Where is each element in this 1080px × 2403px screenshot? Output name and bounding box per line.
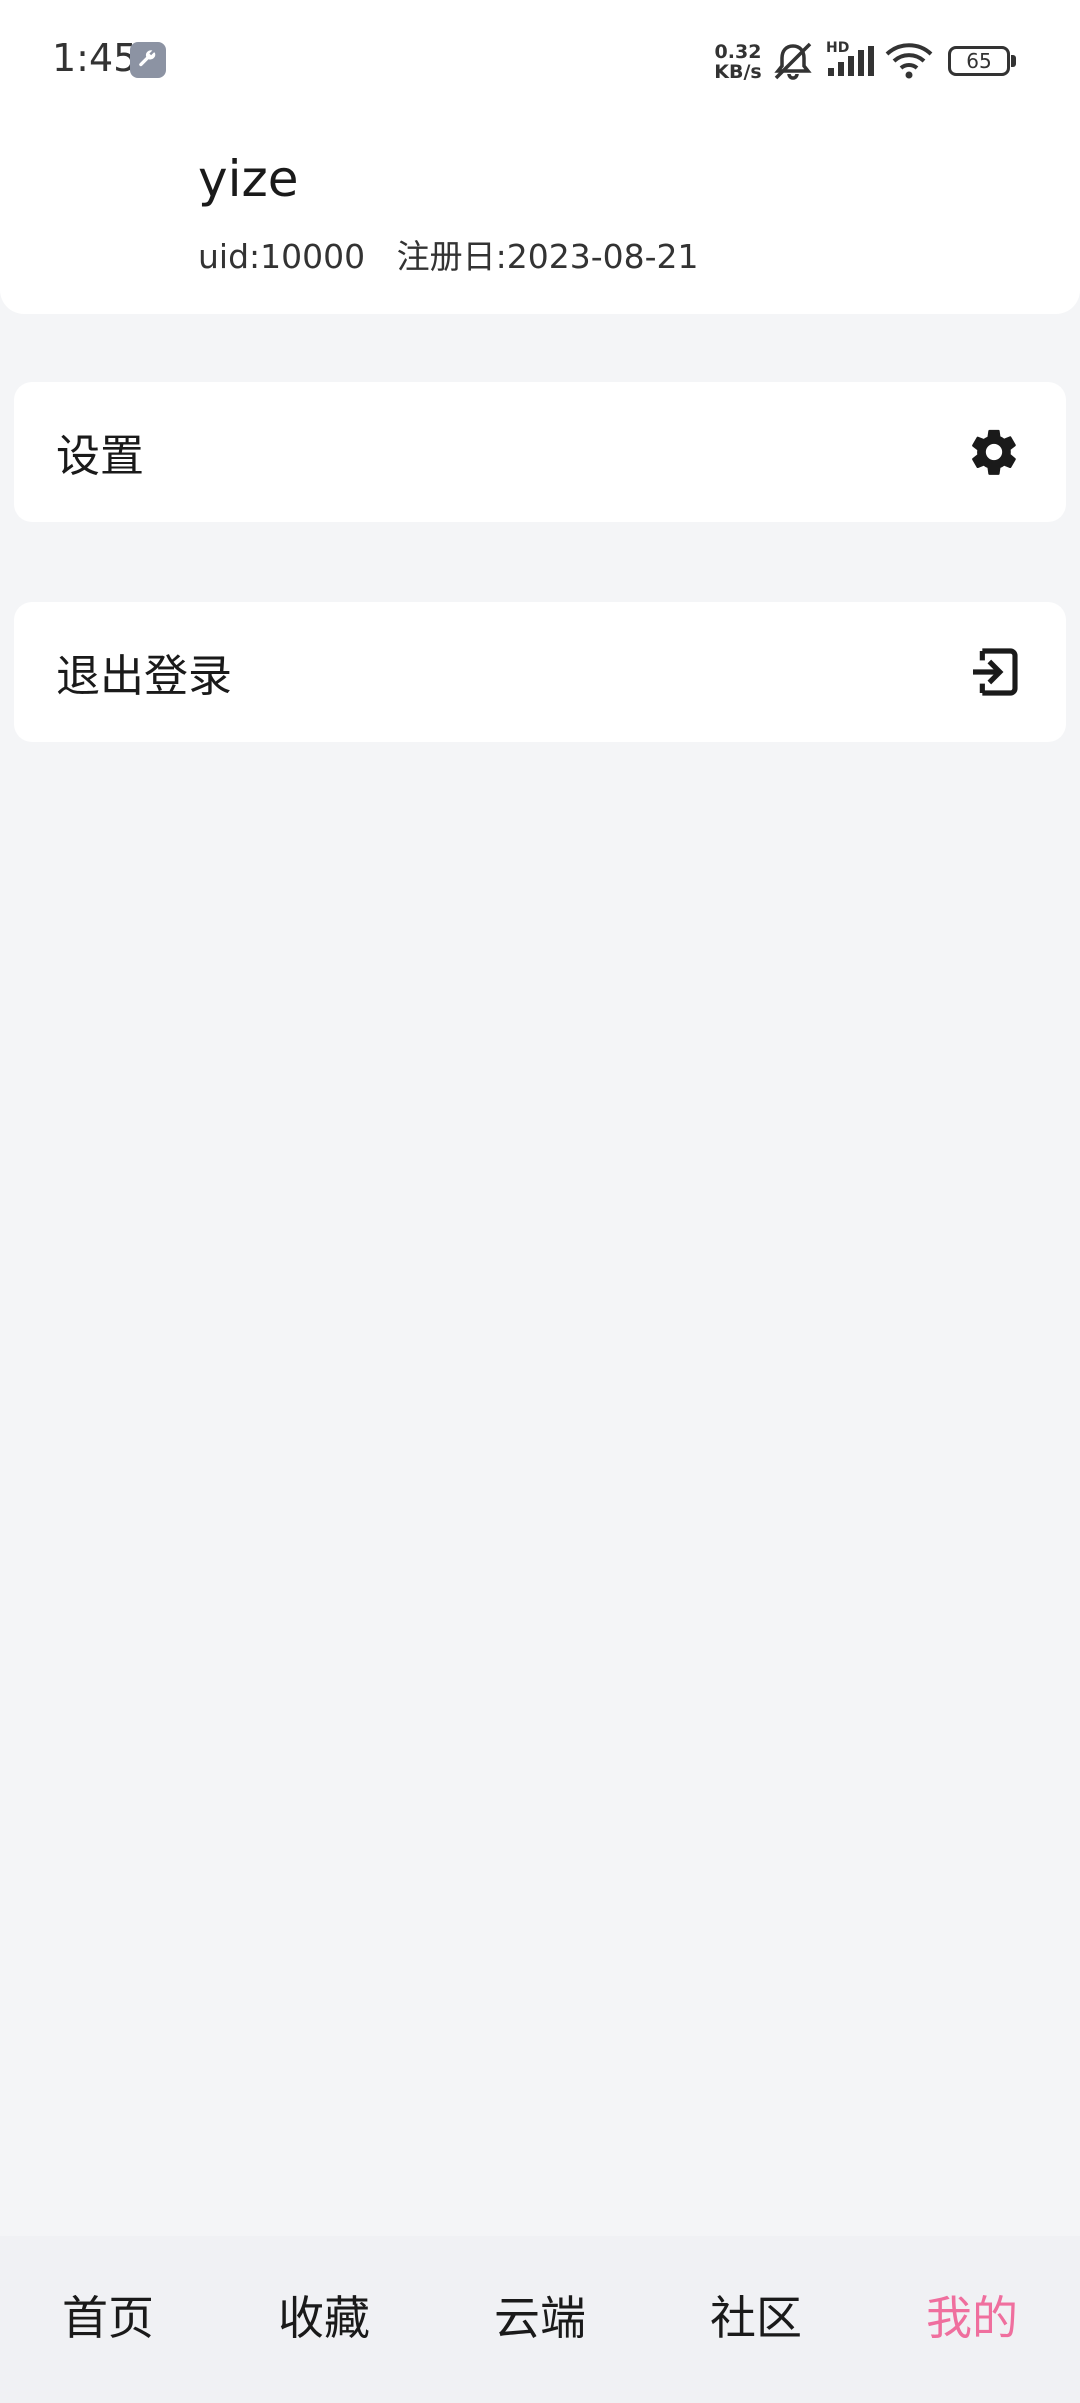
battery-tip	[1011, 55, 1016, 67]
wifi-icon	[885, 43, 933, 79]
logout-label: 退出登录	[56, 651, 232, 702]
status-time: 1:45	[52, 36, 138, 80]
profile-meta: uid:10000 注册日:2023-08-21	[198, 230, 699, 278]
net-speed-value: 0.32	[714, 41, 762, 63]
settings-label: 设置	[56, 431, 144, 482]
status-bar: 1:45 0.32 KB/s HD 65	[0, 0, 1080, 110]
logout-icon	[964, 642, 1024, 702]
net-speed-unit: KB/s	[714, 61, 762, 83]
bottom-nav: 首页 收藏 云端 社区 我的	[0, 2236, 1080, 2403]
nav-item-favorites[interactable]: 收藏	[216, 2282, 432, 2358]
nav-item-home[interactable]: 首页	[0, 2282, 216, 2358]
battery-indicator: 65	[948, 46, 1010, 76]
nav-item-mine[interactable]: 我的	[864, 2282, 1080, 2358]
network-speed: 0.32 KB/s	[712, 42, 764, 82]
profile-uid: uid:10000	[198, 237, 366, 276]
logout-menu-item[interactable]: 退出登录	[14, 602, 1066, 742]
settings-menu-item[interactable]: 设置	[14, 382, 1066, 522]
profile-card[interactable]: yize uid:10000 注册日:2023-08-21	[0, 108, 1080, 314]
nav-item-cloud[interactable]: 云端	[432, 2282, 648, 2358]
nav-item-community[interactable]: 社区	[648, 2282, 864, 2358]
profile-name: yize	[198, 150, 299, 208]
cellular-signal-icon	[828, 46, 874, 76]
wrench-icon	[130, 42, 166, 78]
gear-icon	[964, 422, 1024, 482]
bell-muted-icon	[774, 42, 812, 80]
profile-register-date: 注册日:2023-08-21	[396, 237, 699, 276]
